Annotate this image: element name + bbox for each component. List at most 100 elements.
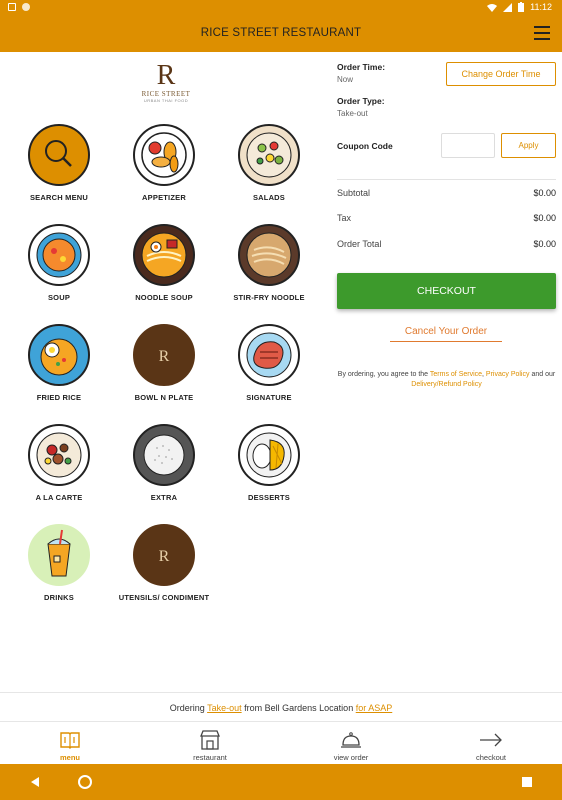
category-stir-fry-noodle[interactable]: STIR-FRY NOODLE [219,224,319,302]
steak-icon [238,324,300,386]
subtotal-label: Subtotal [337,188,371,198]
category-label: UTENSILS/ CONDIMENT [118,593,210,602]
tax-value: $0.00 [533,213,556,223]
ordering-prefix: Ordering [169,703,205,713]
category-label: SIGNATURE [246,393,292,402]
category-label: STIR-FRY NOODLE [233,293,305,302]
category-signature[interactable]: SIGNATURE [219,324,319,402]
nav-restaurant[interactable]: restaurant [140,722,280,764]
order-mode-link[interactable]: Take-out [207,703,242,713]
checkout-button[interactable]: CHECKOUT [337,273,556,309]
hamburger-menu-icon[interactable] [534,26,550,40]
nav-label: checkout [475,753,507,762]
app-bar: RICE STREET RESTAURANT [0,16,562,52]
category-label: SEARCH MENU [29,193,89,202]
storefront-icon [140,728,280,752]
drink-icon [28,524,90,586]
category-label: SOUP [47,293,71,302]
category-label: FRIED RICE [36,393,82,402]
rice-street-logo-icon: R [133,524,195,586]
category-label: SALADS [252,193,286,202]
coupon-code-label: Coupon Code [337,141,393,151]
status-bar: 11:12 [0,0,562,16]
a-la-carte-icon [28,424,90,486]
soup-icon [28,224,90,286]
back-icon[interactable] [29,776,41,788]
category-salads[interactable]: SALADS [219,124,319,202]
category-bowl-n-plate[interactable]: R BOWL N PLATE [114,324,214,402]
logo-name: RICE STREET [141,90,191,98]
tax-label: Tax [337,213,352,223]
clock: 11:12 [530,2,552,12]
category-noodle-soup[interactable]: NOODLE SOUP [114,224,214,302]
restaurant-logo: R RICE STREET URBAN THAI FOOD [136,62,196,118]
change-order-time-button[interactable]: Change Order Time [446,62,556,86]
nav-checkout[interactable]: checkout [421,722,561,764]
category-label: APPETIZER [142,193,186,202]
order-total-label: Order Total [337,239,382,249]
terms-prefix: By ordering, you agree to the [337,371,429,378]
order-type-label: Order Type: [337,96,385,106]
category-fried-rice[interactable]: FRIED RICE [9,324,109,402]
nav-label: restaurant [193,753,227,762]
logo-mark: R [156,60,176,91]
privacy-policy-link[interactable]: Privacy Policy [486,371,530,378]
apply-coupon-button[interactable]: Apply [501,133,556,158]
order-type-value: Take-out [337,109,368,118]
category-search-menu[interactable]: SEARCH MENU [9,124,109,202]
mango-sticky-rice-icon [238,424,300,486]
app-title: RICE STREET RESTAURANT [200,27,362,39]
logo-tagline: URBAN THAI FOOD [143,98,189,103]
category-appetizer[interactable]: APPETIZER [114,124,214,202]
bottom-navigation: menu restaurant view order checkout [0,722,562,764]
subtotal-row: Subtotal $0.00 [337,179,556,205]
search-icon [28,124,90,186]
order-total-row: Order Total $0.00 [337,231,556,257]
nav-view-order[interactable]: view order [281,722,421,764]
ordering-info-bar: Ordering Take-out from Bell Gardens Loca… [0,692,562,722]
menu-book-icon [0,728,140,752]
category-extra[interactable]: EXTRA [114,424,214,502]
appetizer-icon [133,124,195,186]
category-desserts[interactable]: DESSERTS [219,424,319,502]
order-total-value: $0.00 [533,239,556,249]
category-label: EXTRA [150,493,178,502]
order-time-label: Order Time: [337,62,386,72]
terms-of-service-link[interactable]: Terms of Service [430,371,482,378]
refund-policy-link[interactable]: Delivery/Refund Policy [411,381,481,388]
category-utensils-condiment[interactable]: R UTENSILS/ CONDIMENT [114,524,214,602]
category-label: A LA CARTE [35,493,83,502]
battery-icon [518,2,525,12]
nav-label: menu [59,753,80,762]
terms-notice: By ordering, you agree to the Terms of S… [337,371,556,388]
order-when-link[interactable]: for ASAP [356,703,393,713]
svg-text:R: R [159,548,170,565]
recents-icon[interactable] [521,776,533,788]
category-drinks[interactable]: DRINKS [9,524,109,602]
rice-street-logo-icon: R [133,324,195,386]
order-time-value: Now [337,75,354,84]
category-a-la-carte[interactable]: A LA CARTE [9,424,109,502]
svg-text:R: R [159,348,170,365]
subtotal-value: $0.00 [533,188,556,198]
category-label: BOWL N PLATE [134,393,194,402]
home-icon[interactable] [77,774,93,790]
category-label: DRINKS [44,593,74,602]
coupon-code-input[interactable] [441,133,495,158]
rice-bowl-icon [133,424,195,486]
ordering-location: from Bell Gardens Location [244,703,354,713]
cloche-icon [281,728,421,752]
fried-rice-icon [28,324,90,386]
arrow-right-icon [421,728,561,752]
nav-label: view order [333,753,369,762]
nav-menu[interactable]: menu [0,722,140,764]
cellular-icon [503,2,513,12]
noodle-soup-icon [133,224,195,286]
system-navigation-bar [0,764,562,800]
terms-and: and our [531,371,556,378]
stir-fry-noodle-icon [238,224,300,286]
tax-row: Tax $0.00 [337,205,556,231]
notification-dot-icon [22,3,30,11]
cancel-order-button[interactable]: Cancel Your Order [390,326,502,342]
category-soup[interactable]: SOUP [9,224,109,302]
